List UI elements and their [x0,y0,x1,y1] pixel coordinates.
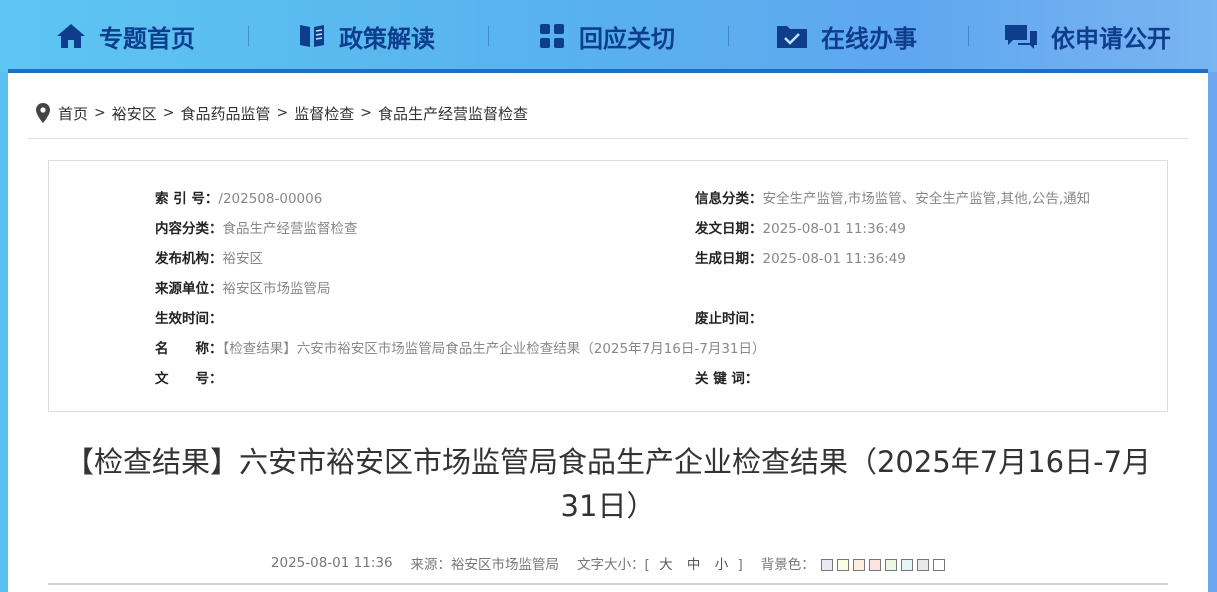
breadcrumb-separator: > [360,105,372,121]
background-color-swatch[interactable] [901,559,914,571]
folder-check-icon [777,26,807,48]
top-navigation: 专题首页 政策解读 回应关切 在线办事 依申请公开 [0,0,1217,72]
article-info-bar: 2025-08-01 11:36 来源：裕安区市场监管局 文字大小：[ 大 中 … [48,552,1168,574]
article-date: 2025-08-01 11:36 [270,555,393,571]
content-panel: 首页 > 裕安区 > 食品药品监管 > 监督检查 > 食品生产经营监督检查 索 … [8,73,1208,592]
chat-icon [1005,25,1037,49]
nav-separator [248,26,249,46]
breadcrumb-food-production-inspection[interactable]: 食品生产经营监督检查 [378,103,528,124]
breadcrumb: 首页 > 裕安区 > 食品药品监管 > 监督检查 > 食品生产经营监督检查 [36,101,528,125]
breadcrumb-separator: > [276,105,289,121]
meta-source-unit: 来源单位：裕安区市场监管局 [155,281,331,297]
breadcrumb-inspection[interactable]: 监督检查 [294,103,354,124]
background-color-swatch[interactable] [821,559,834,571]
background-color-control: 背景色： [761,553,946,573]
breadcrumb-yuan-district[interactable]: 裕安区 [112,103,157,124]
article-source: 来源：裕安区市场监管局 [410,557,560,573]
meta-index-number: 索 引 号：/202508-00006 [155,191,323,207]
nav-label: 在线办事 [821,24,917,53]
article-title-line1: 【检查结果】六安市裕安区市场监管局食品生产企业检查结果（2025年7月16日-7… [64,445,1152,479]
meta-info-category: 信息分类：安全生产监管,市场监管、安全生产监管,其他,公告,通知 [695,191,1091,207]
metadata-box: 索 引 号：/202508-00006 内容分类：食品生产经营监督检查 发布机构… [48,160,1168,412]
font-size-small-button[interactable]: 小 [715,557,729,573]
font-size-large-button[interactable]: 大 [659,557,673,573]
location-pin-icon [36,103,50,123]
background-color-swatch[interactable] [837,559,850,571]
nav-item-response[interactable]: 回应关切 [537,0,675,72]
nav-separator [728,26,729,46]
nav-separator [488,26,489,46]
nav-label: 依申请公开 [1051,24,1171,53]
breadcrumb-food-drug[interactable]: 食品药品监管 [181,103,271,124]
font-size-control: 文字大小：[ 大 中 小 ] [577,557,743,573]
background-color-swatch[interactable] [853,559,866,571]
meta-effective-time: 生效时间： [155,311,223,327]
meta-generated-date: 生成日期：2025-08-01 11:36:49 [695,251,906,267]
meta-keywords: 关 键 词： [695,371,759,387]
nav-label: 政策解读 [339,24,435,53]
background-swatches [821,559,946,571]
nav-label: 专题首页 [99,24,195,53]
meta-name: 名 称：【检查结果】六安市裕安区市场监管局食品生产企业检查结果（2025年7月1… [155,341,766,357]
meta-document-number: 文 号： [155,371,223,387]
nav-item-policy[interactable]: 政策解读 [297,0,435,72]
breadcrumb-home[interactable]: 首页 [58,103,88,124]
nav-separator [968,26,969,46]
nav-label: 回应关切 [579,24,675,53]
breadcrumb-separator: > [162,105,175,121]
nav-item-home[interactable]: 专题首页 [55,0,195,72]
background-color-swatch[interactable] [933,559,946,571]
font-size-medium-button[interactable]: 中 [687,557,701,573]
meta-content-category: 内容分类：食品生产经营监督检查 [155,221,358,237]
breadcrumb-divider [28,138,1188,139]
background-color-swatch[interactable] [885,559,898,571]
meta-publisher: 发布机构：裕安区 [155,251,263,267]
meta-issue-date: 发文日期：2025-08-01 11:36:49 [695,221,906,237]
background-color-swatch[interactable] [917,559,930,571]
article-title-line2: 31日） [560,489,656,523]
info-divider [48,583,1168,585]
nav-item-apply-disclosure[interactable]: 依申请公开 [1003,0,1171,72]
home-icon [57,24,85,48]
nav-item-online-service[interactable]: 在线办事 [775,0,917,72]
book-icon [300,25,324,47]
grid-icon [540,24,564,48]
article-title: 【检查结果】六安市裕安区市场监管局食品生产企业检查结果（2025年7月16日-7… [48,440,1168,528]
meta-repeal-time: 废止时间： [695,311,763,327]
breadcrumb-separator: > [94,105,106,121]
background-color-swatch[interactable] [869,559,882,571]
